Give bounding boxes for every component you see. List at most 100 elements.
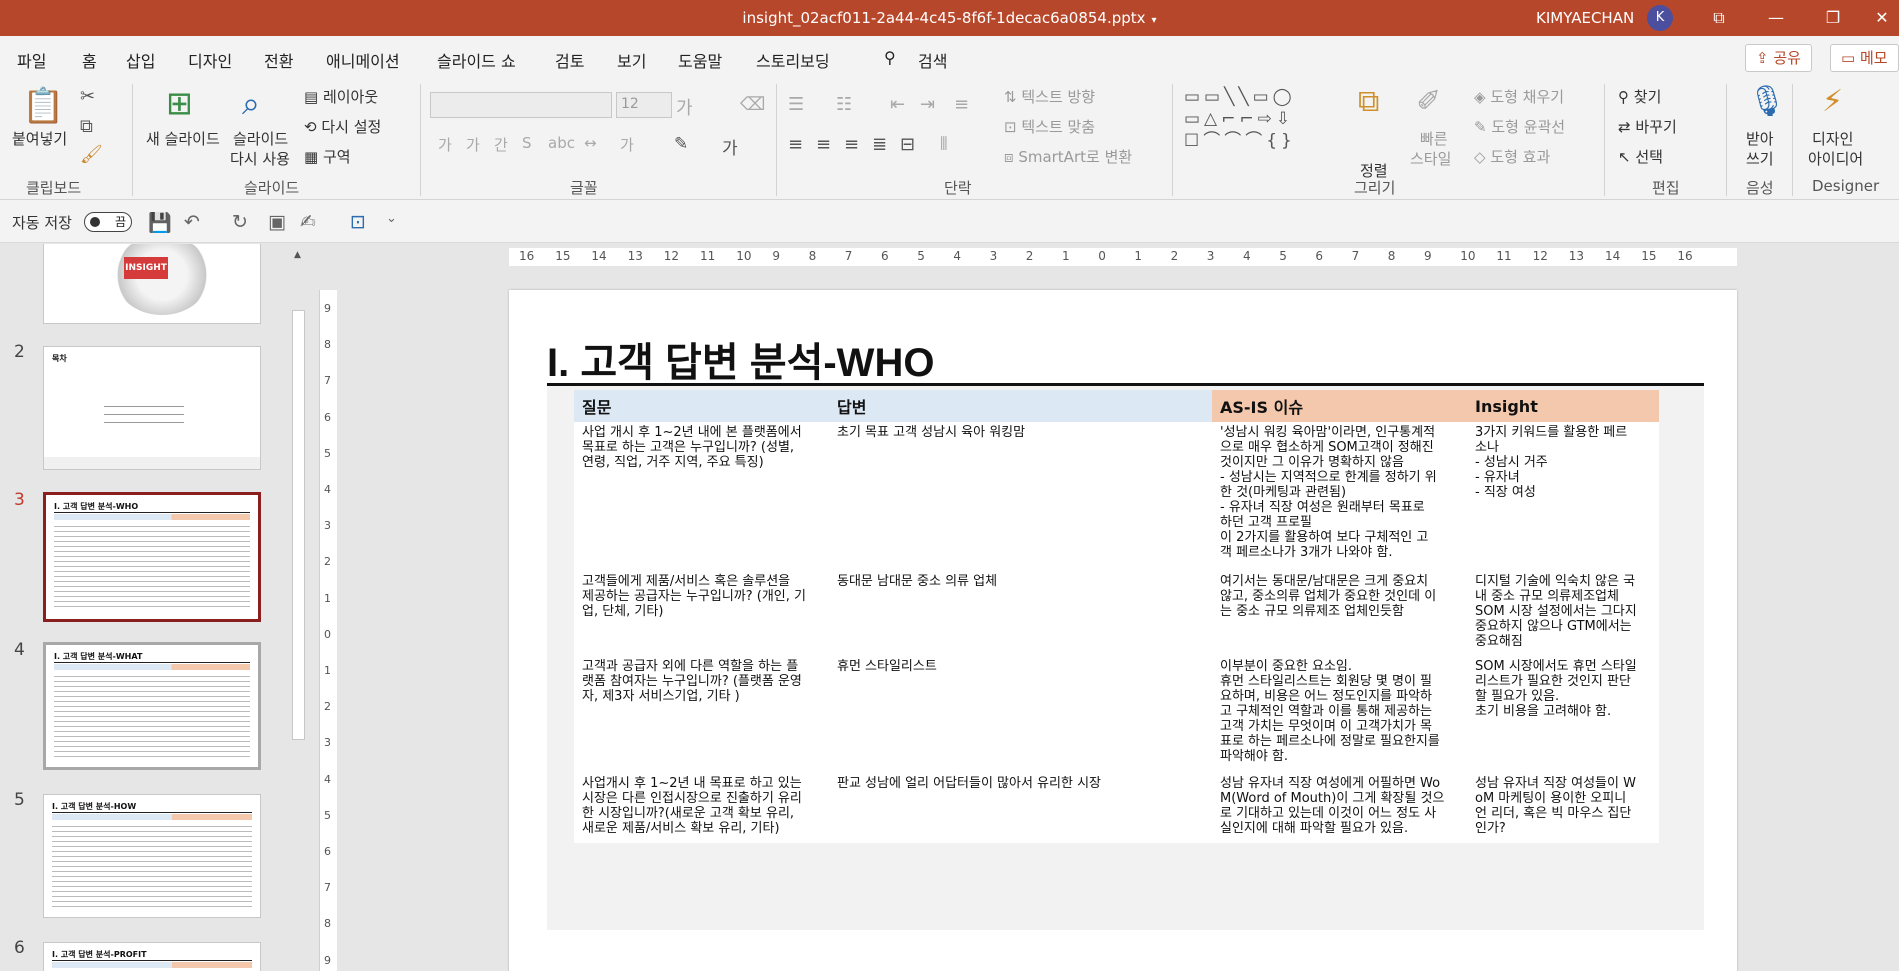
cell-asis-issue[interactable]: 여기서는 동대문/남대문은 크게 중요치 않고, 중소의류 업체가 중요한 것인… [1212, 571, 1467, 656]
cut-icon[interactable]: ✂ [80, 86, 95, 107]
reuse-slides-label[interactable]: 슬라이드 [233, 128, 288, 149]
cell-insight[interactable]: 성남 유자녀 직장 여성들이 W oM 마케팅이 용이한 오피니 언 리더, 혹… [1467, 773, 1659, 843]
align-text-button[interactable]: ⊡ 텍스트 맞춤 [1004, 116, 1095, 137]
line-spacing-icon[interactable]: ≡ [954, 94, 969, 115]
touch-mode-icon[interactable]: ✍ [300, 211, 316, 233]
cell-answer[interactable]: 동대문 남대문 중소 의류 업체 [829, 571, 1212, 656]
cell-question[interactable]: 사업 개시 후 1~2년 내에 본 플랫폼에서 목표로 하는 고객은 누구입니까… [574, 422, 829, 571]
tab-home[interactable]: 홈 [82, 48, 97, 79]
shape-fill-button[interactable]: ◈ 도형 채우기 [1474, 86, 1564, 107]
slide-thumbnail-1[interactable]: INSIGHT [43, 244, 261, 324]
find-button[interactable]: ⚲ 찾기 [1618, 86, 1661, 107]
cell-answer[interactable]: 판교 성남에 얼리 어답터들이 많아서 유리한 시장 [829, 773, 1212, 843]
chevron-down-icon[interactable]: ▾ [1152, 15, 1157, 26]
shapes-gallery[interactable]: ▭▭╲╲▭◯ ▭△⌐⌐⇨⇩ ☐⌒⌒⌒{} [1184, 86, 1332, 156]
scrollbar-thumb[interactable] [292, 310, 305, 740]
cell-asis-issue[interactable]: 성남 유자녀 직장 여성에게 어필하면 Wo M(Word of Mouth)이… [1212, 773, 1467, 843]
shape-effects-button[interactable]: ◇ 도형 효과 [1474, 146, 1550, 167]
select-objects-icon[interactable]: ⊡ [350, 211, 366, 233]
quick-styles-label[interactable]: 빠른 [1420, 128, 1448, 149]
new-slide-button[interactable]: 새 슬라이드 [146, 128, 220, 149]
tab-transitions[interactable]: 전환 [264, 48, 293, 72]
smartart-button[interactable]: ⧈ SmartArt로 변환 [1004, 146, 1132, 167]
header-answer[interactable]: 답변 [829, 390, 1212, 422]
slide-canvas[interactable]: I. 고객 답변 분석-WHO 질문 답변 AS-IS 이슈 Insight 사… [509, 290, 1737, 971]
shape-outline-button[interactable]: ✎ 도형 윤곽선 [1474, 116, 1565, 137]
font-color-icon[interactable]: 가 [722, 134, 738, 159]
char-spacing-icon[interactable]: ↔ [584, 134, 597, 152]
tab-animations[interactable]: 애니메이션 [326, 48, 400, 72]
new-slide-icon[interactable]: ⊞ [166, 84, 193, 122]
section-button[interactable]: ▦ 구역 [304, 146, 351, 167]
user-name[interactable]: KIMYAECHAN [1536, 9, 1634, 27]
quick-styles-label-2[interactable]: 스타일 [1410, 148, 1451, 169]
text-direction-button[interactable]: ⇅ 텍스트 방향 [1004, 86, 1095, 107]
justify-icon[interactable]: ≣ [872, 134, 887, 155]
tab-help[interactable]: 도움말 [678, 48, 722, 72]
italic-icon[interactable]: 가 [466, 134, 480, 155]
tab-insert[interactable]: 삽입 [126, 48, 155, 72]
reuse-slides-label-2[interactable]: 다시 사용 [230, 148, 290, 169]
save-icon[interactable]: 💾 [148, 211, 172, 234]
increase-indent-icon[interactable]: ⇥ [920, 94, 935, 115]
cell-answer[interactable]: 초기 목표 고객 성남시 육아 워킹맘 [829, 422, 1212, 571]
format-painter-icon[interactable]: 🖌 [80, 144, 103, 165]
copy-icon[interactable]: ⧉ [80, 116, 93, 137]
header-insight[interactable]: Insight [1467, 390, 1659, 422]
clear-format-icon[interactable]: ⌫ [740, 94, 765, 115]
cell-insight[interactable]: SOM 시장에서도 휴먼 스타일 리스트가 필요한 것인지 판단 할 필요가 있… [1467, 656, 1659, 773]
distributed-icon[interactable]: ⊟ [900, 134, 915, 155]
minimize-icon[interactable]: — [1756, 4, 1796, 32]
restore-icon[interactable]: ❐ [1813, 4, 1853, 32]
align-right-icon[interactable]: ≡ [844, 134, 859, 155]
present-icon[interactable]: ▣ [268, 211, 286, 233]
customize-qat-icon[interactable]: ⌄ [386, 211, 397, 226]
quick-styles-icon[interactable]: ✐ [1416, 84, 1441, 119]
cell-insight[interactable]: 3가지 키워드를 활용한 페르 소나 - 성남시 거주 - 유자녀 - 직장 여… [1467, 422, 1659, 571]
scroll-up-icon[interactable]: ▲ [294, 250, 301, 260]
slide-thumbnail-2[interactable]: 목차 [43, 346, 261, 470]
avatar[interactable]: K [1647, 5, 1673, 31]
undo-icon[interactable]: ↶ [184, 211, 200, 233]
select-button[interactable]: ↖ 선택 [1618, 146, 1663, 167]
cell-insight[interactable]: 디지털 기술에 익숙치 않은 국 내 중소 규모 의류제조업체 SOM 시장 설… [1467, 571, 1659, 656]
cell-asis-issue[interactable]: '성남시 워킹 육아맘'이라면, 인구통계적 으로 매우 협소하게 SOM고객이… [1212, 422, 1467, 571]
slide-thumbnail-6[interactable]: I. 고객 답변 분석-PROFIT [43, 942, 261, 971]
bold-icon[interactable]: 가 [438, 134, 452, 155]
cell-question[interactable]: 고객과 공급자 외에 다른 역할을 하는 플 랫폼 참여자는 누구입니까? (플… [574, 656, 829, 773]
analysis-table[interactable]: 질문 답변 AS-IS 이슈 Insight 사업 개시 후 1~2년 내에 본… [574, 390, 1659, 843]
dictate-label[interactable]: 받아 [1746, 128, 1774, 149]
arrange-icon[interactable]: ⧉ [1358, 84, 1379, 119]
tab-storyboarding[interactable]: 스토리보딩 [756, 48, 830, 72]
slide-thumbnail-5[interactable]: I. 고객 답변 분석-HOW [43, 794, 261, 918]
strikethrough-icon[interactable]: abc [548, 134, 575, 152]
design-ideas-label[interactable]: 디자인 [1812, 128, 1853, 149]
redo-icon[interactable]: ↻ [232, 211, 248, 233]
header-question[interactable]: 질문 [574, 390, 829, 422]
grow-font-icon[interactable]: 가 [676, 94, 693, 120]
font-size-select[interactable]: 12 [616, 92, 672, 118]
close-icon[interactable]: ✕ [1862, 4, 1899, 32]
cell-asis-issue[interactable]: 이부분이 중요한 요소임. 휴먼 스타일리스트는 회원당 몇 명이 필 요하며,… [1212, 656, 1467, 773]
tab-slideshow[interactable]: 슬라이드 쇼 [437, 48, 516, 72]
designer-icon[interactable]: ⚡ [1822, 84, 1843, 119]
cell-question[interactable]: 사업개시 후 1~2년 내 목표로 하고 있는 시장은 다른 인접시장으로 진출… [574, 773, 829, 843]
design-ideas-label-2[interactable]: 아이디어 [1808, 148, 1863, 169]
align-left-icon[interactable]: ≡ [788, 134, 803, 155]
bullets-icon[interactable]: ☰ [788, 94, 804, 115]
reset-button[interactable]: ⟲ 다시 설정 [304, 116, 381, 137]
reuse-slides-icon[interactable]: ⌕ [242, 84, 260, 123]
tab-design[interactable]: 디자인 [188, 48, 232, 72]
thumbnail-scrollbar[interactable]: ▲ [290, 244, 308, 971]
align-center-icon[interactable]: ≡ [816, 134, 831, 155]
numbering-icon[interactable]: ☷ [836, 94, 852, 115]
autosave-toggle[interactable]: 끔 [84, 212, 132, 232]
replace-button[interactable]: ⇄ 바꾸기 [1618, 116, 1677, 137]
tab-review[interactable]: 검토 [555, 48, 584, 72]
search-label[interactable]: 검색 [918, 48, 947, 72]
tab-file[interactable]: 파일 [17, 48, 46, 72]
change-case-icon[interactable]: 가 [620, 134, 634, 155]
paste-icon[interactable]: 📋 [22, 86, 64, 126]
dictate-label-2[interactable]: 쓰기 [1746, 148, 1774, 169]
ribbon-display-icon[interactable]: ⧉ [1699, 4, 1739, 32]
